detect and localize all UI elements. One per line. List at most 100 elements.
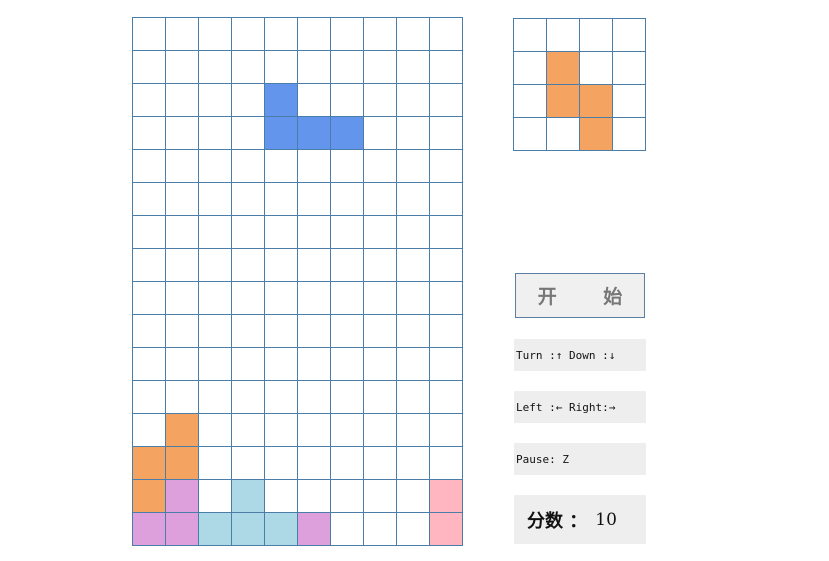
board-empty-cell: [199, 216, 232, 249]
board-empty-cell: [364, 381, 397, 414]
board-empty-cell: [364, 315, 397, 348]
preview-filled-cell: [547, 52, 580, 85]
preview-empty-cell: [580, 19, 613, 52]
preview-empty-cell: [547, 118, 580, 151]
board-empty-cell: [298, 18, 331, 51]
board-empty-cell: [298, 249, 331, 282]
board-filled-cell: [166, 480, 199, 513]
score-label: 分数 ：: [527, 510, 588, 532]
board-empty-cell: [265, 348, 298, 381]
preview-filled-cell: [580, 118, 613, 151]
board-empty-cell: [364, 447, 397, 480]
board-filled-cell: [298, 117, 331, 150]
board-empty-cell: [166, 84, 199, 117]
board-empty-cell: [265, 216, 298, 249]
board-filled-cell: [166, 447, 199, 480]
board-filled-cell: [133, 480, 166, 513]
board-empty-cell: [364, 480, 397, 513]
board-empty-cell: [232, 51, 265, 84]
board-empty-cell: [199, 117, 232, 150]
preview-empty-cell: [514, 19, 547, 52]
preview-empty-cell: [514, 85, 547, 118]
board-filled-cell: [166, 513, 199, 546]
board-empty-cell: [199, 447, 232, 480]
board-empty-cell: [430, 51, 463, 84]
board-empty-cell: [331, 480, 364, 513]
board-empty-cell: [166, 150, 199, 183]
board-empty-cell: [331, 381, 364, 414]
preview-filled-cell: [580, 85, 613, 118]
preview-empty-cell: [613, 19, 646, 52]
board-empty-cell: [397, 282, 430, 315]
board-empty-cell: [199, 249, 232, 282]
board-empty-cell: [133, 183, 166, 216]
board-empty-cell: [331, 18, 364, 51]
start-button[interactable]: 开 始: [515, 273, 645, 318]
board-empty-cell: [199, 183, 232, 216]
board-empty-cell: [199, 150, 232, 183]
board-filled-cell: [133, 513, 166, 546]
board-empty-cell: [397, 480, 430, 513]
board-empty-cell: [265, 381, 298, 414]
board-empty-cell: [166, 117, 199, 150]
board-empty-cell: [265, 282, 298, 315]
board-empty-cell: [430, 381, 463, 414]
board-empty-cell: [232, 414, 265, 447]
board-empty-cell: [298, 414, 331, 447]
board-empty-cell: [166, 282, 199, 315]
board-empty-cell: [298, 84, 331, 117]
board-empty-cell: [430, 150, 463, 183]
board-empty-cell: [166, 315, 199, 348]
board-empty-cell: [397, 414, 430, 447]
board-filled-cell: [166, 414, 199, 447]
board-empty-cell: [430, 117, 463, 150]
board-empty-cell: [298, 282, 331, 315]
board-empty-cell: [298, 348, 331, 381]
board-empty-cell: [166, 216, 199, 249]
board-empty-cell: [430, 282, 463, 315]
board-empty-cell: [331, 414, 364, 447]
board-empty-cell: [397, 84, 430, 117]
board-empty-cell: [331, 150, 364, 183]
board-empty-cell: [430, 249, 463, 282]
board-empty-cell: [265, 183, 298, 216]
board-empty-cell: [232, 348, 265, 381]
board-empty-cell: [199, 414, 232, 447]
board-empty-cell: [232, 150, 265, 183]
turn-down-hint: Turn :↑ Down :↓: [514, 339, 646, 371]
board-empty-cell: [331, 348, 364, 381]
board-empty-cell: [199, 480, 232, 513]
board-empty-cell: [331, 51, 364, 84]
board-empty-cell: [199, 51, 232, 84]
game-board: [132, 17, 463, 546]
board-empty-cell: [199, 84, 232, 117]
board-empty-cell: [364, 117, 397, 150]
preview-empty-cell: [613, 85, 646, 118]
board-empty-cell: [166, 183, 199, 216]
board-empty-cell: [232, 315, 265, 348]
board-empty-cell: [298, 381, 331, 414]
board-empty-cell: [232, 183, 265, 216]
board-filled-cell: [265, 84, 298, 117]
board-empty-cell: [232, 18, 265, 51]
board-empty-cell: [133, 315, 166, 348]
board-empty-cell: [265, 480, 298, 513]
board-empty-cell: [298, 480, 331, 513]
preview-empty-cell: [514, 118, 547, 151]
board-empty-cell: [364, 282, 397, 315]
board-empty-cell: [133, 51, 166, 84]
board-empty-cell: [397, 183, 430, 216]
board-empty-cell: [331, 282, 364, 315]
board-empty-cell: [298, 51, 331, 84]
preview-empty-cell: [514, 52, 547, 85]
board-filled-cell: [265, 117, 298, 150]
board-empty-cell: [133, 84, 166, 117]
board-empty-cell: [265, 447, 298, 480]
board-empty-cell: [166, 18, 199, 51]
board-empty-cell: [298, 150, 331, 183]
board-empty-cell: [397, 381, 430, 414]
preview-empty-cell: [613, 52, 646, 85]
board-empty-cell: [430, 84, 463, 117]
board-empty-cell: [430, 348, 463, 381]
board-empty-cell: [232, 282, 265, 315]
